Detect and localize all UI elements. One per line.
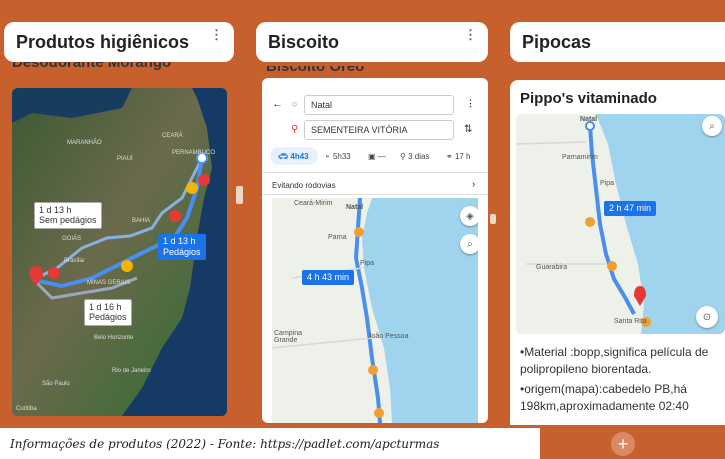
map-label: Santa Rita (614, 318, 647, 325)
map-label: Pipa (360, 260, 375, 267)
post-description: •Material :bopp,significa película de po… (520, 344, 720, 418)
column-header[interactable]: Produtos higiênicos ⋮ (4, 22, 234, 62)
mode-bike[interactable]: ⚭ 17 h (446, 152, 471, 161)
route-chip-duration: 1 d 13 h (39, 205, 72, 215)
map-label: Curitiba (16, 406, 37, 412)
satellite-map[interactable]: 1 d 13 h Sem pedágios 1 d 13 h Pedágios … (12, 88, 227, 416)
destination-pin-icon: ⚲ (291, 124, 299, 135)
divider (262, 172, 488, 173)
back-arrow-icon[interactable]: ← (272, 98, 283, 110)
map-label: Parna (328, 234, 347, 241)
my-location-icon[interactable]: ⊙ (696, 306, 718, 328)
map-label: João Pessoa (368, 333, 409, 340)
route-chip-selected[interactable]: 1 d 13 h Pedágios (158, 234, 206, 260)
map-label: Parnamirim (562, 154, 598, 161)
route-chip-note: Pedágios (163, 246, 201, 257)
mode-time: 5h33 (332, 152, 351, 161)
divider (262, 194, 488, 195)
map-label: Brasília (64, 258, 85, 264)
search-icon[interactable]: ⌕ (702, 116, 722, 136)
route-chip-no-tolls[interactable]: 1 d 13 h Sem pedágios (34, 202, 102, 229)
column-produtos-higienicos: Produtos higiênicos ⋮ Desodorante Morang… (0, 0, 238, 459)
mode-motorcycle[interactable]: ⚬ 5h33 (324, 152, 351, 161)
route-chip-duration: 1 d 13 h (163, 236, 196, 246)
map-label: PIAUÍ (117, 156, 133, 162)
layers-icon[interactable]: ◈ (460, 206, 478, 226)
mode-time: 17 h (454, 152, 471, 161)
swap-icon[interactable]: ⇅ (464, 124, 472, 135)
origin-dot-icon: ○ (292, 99, 298, 109)
map-label: Natal (580, 116, 598, 123)
column-title: Biscoito (268, 31, 340, 52)
column-pipocas: Pipocas Pippo's vitaminado 2 h 47 min Na… (506, 0, 725, 459)
origin-input[interactable]: Natal (304, 95, 454, 115)
route-time-chip[interactable]: 2 h 47 min (604, 201, 657, 216)
avoid-label[interactable]: Evitando rodovias (272, 181, 336, 190)
map-label: Pipa (600, 180, 615, 187)
map-label: São Paulo (42, 381, 70, 387)
route-chip-duration: 1 d 16 h (89, 302, 122, 312)
route-chip-note: Sem pedágios (39, 215, 97, 226)
post-card[interactable]: Pippo's vitaminado 2 h 47 min Natal Parn… (510, 80, 725, 425)
transit-icon: ▣ (368, 152, 376, 161)
column-title: Produtos higiênicos (16, 31, 190, 52)
route-chip-note: Pedágios (89, 312, 127, 323)
car-icon: 🚗︎ (278, 152, 289, 161)
description-line: •origem(mapa):cabedelo PB,há 198km,aprox… (520, 381, 689, 414)
map-label: MINAS GERAIS (87, 280, 131, 286)
column-title: Pipocas (522, 31, 592, 52)
map-label: BAHIA (132, 218, 151, 224)
post-title: Desodorante Morango (12, 62, 232, 74)
column-header[interactable]: Pipocas (510, 22, 725, 62)
map-label: CEARÁ (162, 133, 183, 139)
mode-transit[interactable]: ▣ — (368, 152, 386, 161)
chevron-right-icon[interactable]: › (472, 179, 475, 190)
walk-icon: ⚲ (400, 152, 406, 161)
route-chip-tolls[interactable]: 1 d 16 h Pedágios (84, 299, 132, 326)
column-biscoito: Biscoito ⋮ Biscoito Oreo ← ○ ⚲ Natal SEM… (252, 0, 488, 459)
route-time-chip[interactable]: 4 h 43 min (302, 270, 355, 285)
map-label: Natal (346, 204, 364, 211)
bike-icon: ⚭ (446, 152, 453, 161)
map-label: Belo Horizonte (94, 335, 134, 341)
more-options-icon[interactable]: ⋮ (466, 98, 475, 109)
search-icon[interactable]: ⌕ (460, 234, 478, 254)
map-label: Ceará-Mirim (294, 200, 333, 207)
column-resize-handle[interactable] (236, 186, 243, 204)
map-label: MARANHÃO (67, 140, 102, 146)
map-label: Rio de Janeiro (112, 368, 151, 374)
column-header[interactable]: Biscoito ⋮ (256, 22, 488, 62)
map-label: Campina Grande (274, 330, 303, 344)
motorcycle-icon: ⚬ (324, 152, 331, 161)
mode-walk[interactable]: ⚲ 3 dias (400, 152, 429, 161)
source-caption: Informações de produtos (2022) - Fonte: … (0, 428, 540, 459)
mode-time: 3 dias (408, 152, 430, 161)
description-line: •Material :bopp,significa película de po… (520, 345, 709, 377)
road-map[interactable]: 4 h 43 min Ceará-Mirim Natal Parna Pipa … (272, 198, 478, 423)
post-title: Pippo's vitaminado (520, 90, 657, 107)
road-map[interactable]: 2 h 47 min Natal Parnamirim Pipa Guarabi… (516, 114, 725, 334)
directions-card[interactable]: ← ○ ⚲ Natal SEMENTEIRA VITÓRIA ⋮ ⇅ 🚗︎ 4h… (262, 78, 488, 423)
mode-car[interactable]: 🚗︎ 4h43 (278, 152, 309, 161)
column-menu-icon[interactable]: ⋮ (464, 28, 477, 41)
road-map-graphics (272, 198, 478, 423)
map-label: GOIÁS (62, 236, 82, 242)
map-label: PERNAMBUCO (172, 150, 216, 156)
caption-text: Informações de produtos (2022) - Fonte: … (10, 436, 440, 451)
mode-time: 4h43 (290, 152, 309, 161)
destination-input[interactable]: SEMENTEIRA VITÓRIA (304, 120, 454, 140)
post-title: Biscoito Oreo (266, 66, 486, 78)
road-map-graphics (516, 114, 725, 334)
post-title-text: Biscoito Oreo (266, 66, 365, 75)
add-post-button[interactable]: + (611, 432, 635, 456)
map-label: Guarabira (536, 264, 568, 271)
post-title-text: Desodorante Morango (12, 62, 172, 71)
mode-time: — (377, 152, 386, 161)
column-resize-handle[interactable] (490, 214, 496, 224)
column-menu-icon[interactable]: ⋮ (210, 28, 223, 41)
